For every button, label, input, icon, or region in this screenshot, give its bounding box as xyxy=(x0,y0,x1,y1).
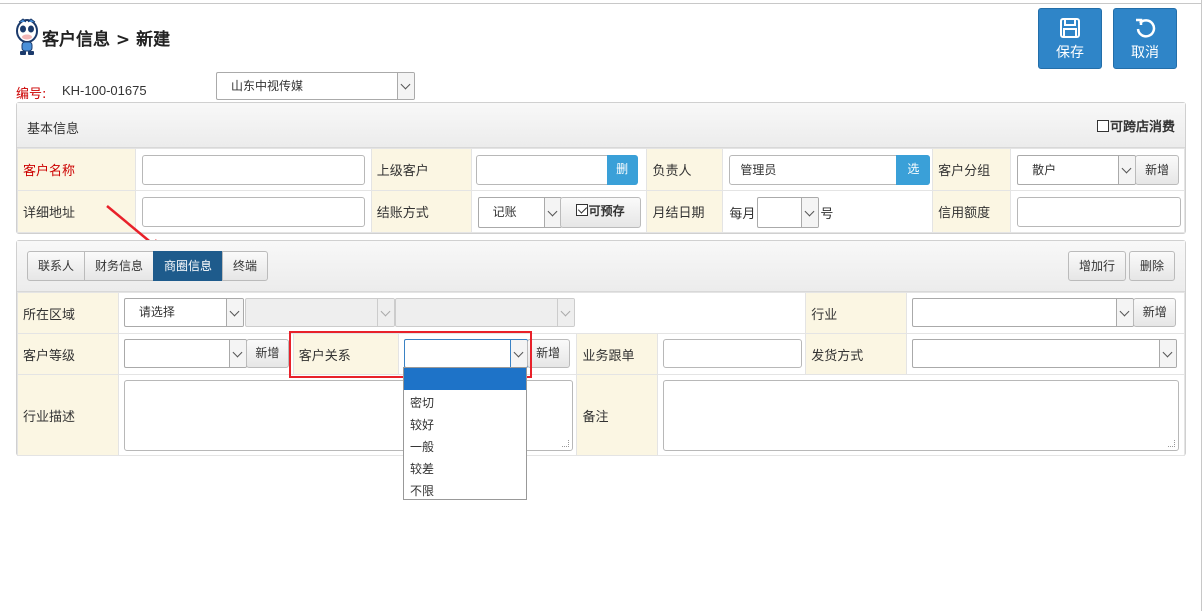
relation-label: 客户关系 xyxy=(292,333,399,375)
remark-textarea[interactable] xyxy=(663,380,1180,451)
code-value: KH-100-01675 xyxy=(62,83,147,98)
store-select-value: 山东中视传媒 xyxy=(231,79,304,93)
tab-terminal[interactable]: 终端 xyxy=(222,251,268,281)
settle-method-value: 记账 xyxy=(492,205,517,219)
owner-value: 管理员 xyxy=(740,163,777,177)
dropdown-option-empty[interactable] xyxy=(404,368,526,390)
code-label: 编号: xyxy=(16,87,47,102)
group-label: 客户分组 xyxy=(932,148,1012,191)
cross-store-checkbox[interactable]: 可跨店消费 xyxy=(1096,116,1175,135)
month-day-select[interactable] xyxy=(757,197,820,228)
chevron-down-icon xyxy=(543,198,561,227)
region-city-select xyxy=(244,298,395,327)
chevron-down-icon xyxy=(228,340,246,367)
save-button-label: 保存 xyxy=(1056,45,1084,61)
customer-name-input[interactable] xyxy=(141,155,365,185)
chevron-down-icon xyxy=(397,73,414,99)
dropdown-option[interactable]: 较差 xyxy=(410,460,434,477)
industry-add-button[interactable]: 新增 xyxy=(1133,298,1177,327)
region-label: 所在区域 xyxy=(17,292,119,334)
address-input[interactable] xyxy=(141,197,365,227)
page-title: 客户信息 > 新建 xyxy=(42,30,171,50)
prepay-label: 可预存 xyxy=(588,204,625,218)
parent-delete-button[interactable]: 删 xyxy=(606,155,638,185)
group-select[interactable]: 散户 xyxy=(1017,155,1137,185)
credit-limit-input[interactable] xyxy=(1017,197,1182,227)
chevron-down-icon xyxy=(509,340,527,367)
relation-dropdown-list[interactable]: 密切 较好 一般 较差 不限 xyxy=(403,367,527,500)
parent-customer-label: 上级客户 xyxy=(370,148,472,191)
business-tabs-header: 联系人 财务信息 商圈信息 终端 增加行 删除 xyxy=(17,241,1185,292)
remark-label: 备注 xyxy=(576,374,659,456)
chevron-down-icon xyxy=(1118,156,1136,184)
chevron-down-icon xyxy=(225,299,243,326)
relation-add-button[interactable]: 新增 xyxy=(526,339,570,368)
region-value: 请选择 xyxy=(138,305,175,319)
region-province-select[interactable]: 请选择 xyxy=(123,298,244,327)
region-district-select xyxy=(394,298,575,327)
level-label: 客户等级 xyxy=(17,333,119,375)
level-select[interactable] xyxy=(123,339,247,368)
delete-row-button[interactable]: 删除 xyxy=(1129,251,1175,281)
owner-select-button[interactable]: 选 xyxy=(896,155,931,185)
industry-desc-label: 行业描述 xyxy=(17,374,119,456)
cancel-button-label: 取消 xyxy=(1131,45,1159,61)
cross-store-label: 可跨店消费 xyxy=(1109,120,1175,135)
store-select[interactable]: 山东中视传媒 xyxy=(216,72,415,100)
basic-info-title: 基本信息 xyxy=(27,122,80,137)
group-value: 散户 xyxy=(1032,163,1057,177)
mascot-logo-icon xyxy=(16,18,38,55)
chevron-down-icon xyxy=(1116,299,1134,326)
business-grid: 所在区域 请选择 行业 新增 客户等级 新增 客户关系 新增 业务跟单 发货方式 xyxy=(17,292,1185,456)
chevron-down-icon xyxy=(376,299,394,326)
group-add-button[interactable]: 新增 xyxy=(1135,155,1180,185)
owner-label: 负责人 xyxy=(646,148,724,191)
level-add-button[interactable]: 新增 xyxy=(245,339,289,368)
industry-label: 行业 xyxy=(805,292,908,334)
checkbox-icon xyxy=(1096,120,1109,132)
dropdown-option[interactable]: 一般 xyxy=(410,438,434,455)
ship-label: 发货方式 xyxy=(805,333,908,375)
chevron-down-icon xyxy=(801,198,819,227)
undo-icon xyxy=(1136,18,1156,38)
relation-select[interactable] xyxy=(403,339,528,368)
chevron-down-icon xyxy=(556,299,574,326)
save-icon xyxy=(1060,18,1080,38)
follow-label: 业务跟单 xyxy=(576,333,659,375)
follow-input[interactable] xyxy=(663,339,803,368)
dropdown-option[interactable]: 密切 xyxy=(410,394,434,411)
save-button[interactable]: 保存 xyxy=(1038,8,1102,69)
prepay-checkbox[interactable]: 可预存 xyxy=(559,197,641,228)
month-prefix: 每月 xyxy=(729,207,756,222)
dropdown-option[interactable]: 不限 xyxy=(410,482,434,499)
settle-method-select[interactable]: 记账 xyxy=(477,197,562,228)
cancel-button[interactable]: 取消 xyxy=(1113,8,1177,69)
window-top-border xyxy=(0,0,1202,4)
customer-name-label: 客户名称 xyxy=(17,148,136,191)
dropdown-option[interactable]: 较好 xyxy=(410,416,434,433)
tab-bar: 联系人 财务信息 商圈信息 终端 xyxy=(27,251,287,281)
tab-contacts[interactable]: 联系人 xyxy=(27,251,85,281)
month-date-label: 月结日期 xyxy=(646,190,724,233)
chevron-down-icon xyxy=(1159,340,1177,367)
basic-info-header: 基本信息 可跨店消费 xyxy=(17,103,1185,148)
ship-select[interactable] xyxy=(912,339,1178,368)
basic-info-grid: 客户名称 上级客户 删 负责人 管理员 选 客户分组 散户 新增 详细地址 结账… xyxy=(17,148,1185,233)
credit-limit-label: 信用额度 xyxy=(932,190,1012,233)
checkbox-checked-icon xyxy=(575,204,588,216)
tab-finance[interactable]: 财务信息 xyxy=(84,251,154,281)
month-suffix: 号 xyxy=(820,207,834,222)
settle-method-label: 结账方式 xyxy=(370,190,472,233)
tab-business-circle[interactable]: 商圈信息 xyxy=(153,251,223,281)
add-row-button[interactable]: 增加行 xyxy=(1068,251,1126,281)
industry-select[interactable] xyxy=(912,298,1135,327)
